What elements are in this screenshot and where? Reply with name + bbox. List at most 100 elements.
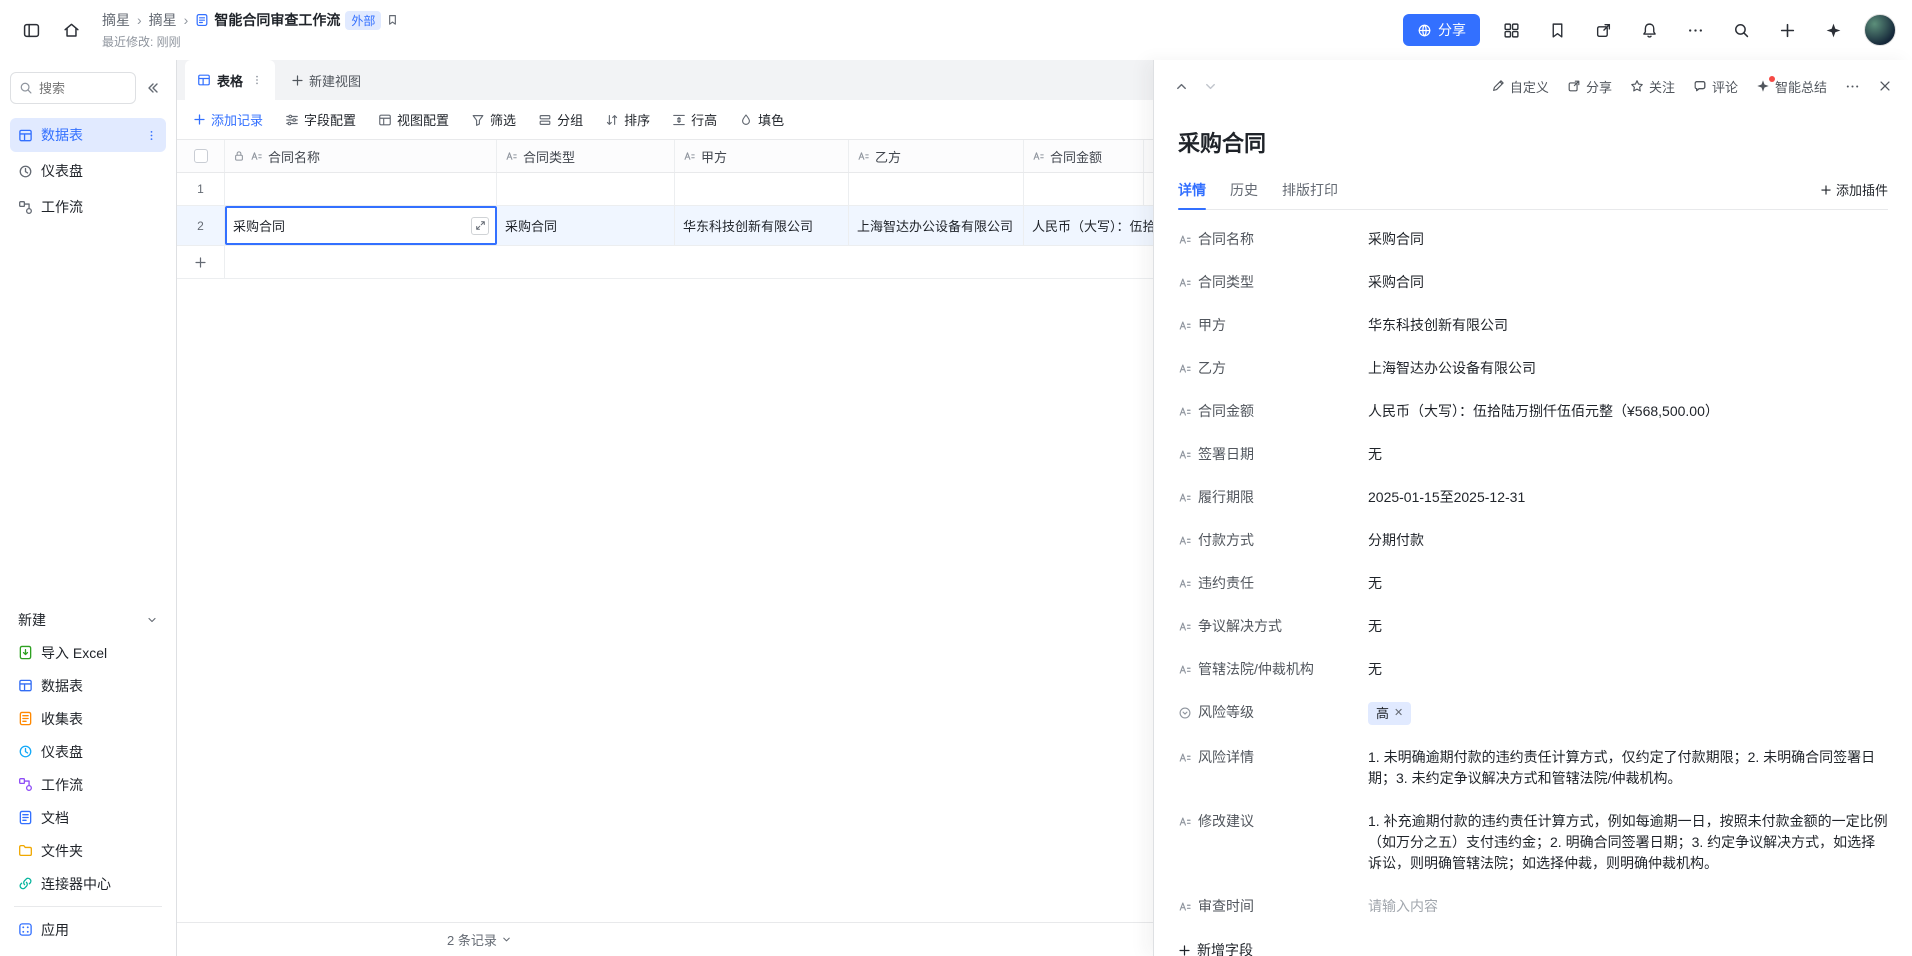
sidebar-item-folder[interactable]: 文件夹 bbox=[10, 834, 166, 867]
field-value[interactable]: 华东科技创新有限公司 bbox=[1368, 315, 1888, 336]
field-value[interactable]: 分期付款 bbox=[1368, 530, 1888, 551]
sidebar-item-datatable[interactable]: 数据表 bbox=[10, 118, 166, 152]
row-height-button[interactable]: 行高 bbox=[672, 110, 717, 129]
sidebar-item-import-excel[interactable]: 导入 Excel bbox=[10, 636, 166, 669]
record-title: 采购合同 bbox=[1154, 126, 1912, 158]
sidebar-toggle-icon[interactable] bbox=[16, 15, 46, 45]
follow-button[interactable]: 关注 bbox=[1630, 77, 1675, 96]
open-in-app-icon[interactable] bbox=[1588, 15, 1618, 45]
field-value[interactable]: 2025-01-15至2025-12-31 bbox=[1368, 487, 1888, 508]
table-cell[interactable] bbox=[497, 173, 675, 205]
fill-color-button[interactable]: 填色 bbox=[739, 110, 784, 129]
sidebar-item-workflow-new[interactable]: 工作流 bbox=[10, 768, 166, 801]
add-plugin-button[interactable]: 添加插件 bbox=[1820, 180, 1888, 199]
toolbar: 添加记录 字段配置 视图配置 筛选 bbox=[177, 100, 1153, 140]
collapse-sidebar-icon[interactable] bbox=[140, 75, 166, 101]
group-button[interactable]: 分组 bbox=[538, 110, 583, 129]
prev-record-icon[interactable] bbox=[1174, 79, 1189, 94]
table-grid-icon bbox=[18, 128, 33, 143]
column-header[interactable]: 甲方 bbox=[675, 140, 849, 172]
remove-tag-icon[interactable]: ✕ bbox=[1394, 703, 1403, 724]
ai-sparkle-icon[interactable] bbox=[1818, 15, 1848, 45]
field-value[interactable]: 无 bbox=[1368, 573, 1888, 594]
filter-button[interactable]: 筛选 bbox=[471, 110, 516, 129]
create-section-header[interactable]: 新建 bbox=[10, 604, 166, 636]
breadcrumb-item[interactable]: 摘星 bbox=[149, 10, 177, 30]
avatar[interactable] bbox=[1864, 14, 1896, 46]
field-value-empty[interactable]: 请输入内容 bbox=[1368, 896, 1888, 917]
share-record-button[interactable]: 分享 bbox=[1567, 77, 1612, 96]
more-icon[interactable] bbox=[1680, 15, 1710, 45]
more-icon[interactable] bbox=[1845, 79, 1860, 94]
table-cell[interactable] bbox=[1024, 173, 1144, 205]
add-field-button[interactable]: 新增字段 bbox=[1178, 928, 1888, 956]
bookmark-icon[interactable] bbox=[1542, 15, 1572, 45]
more-icon[interactable] bbox=[145, 129, 158, 142]
sidebar-item-datatable-new[interactable]: 数据表 bbox=[10, 669, 166, 702]
field-value[interactable]: 1. 补充逾期付款的违约责任计算方式，例如每逾期一日，按照未付款金额的一定比例（… bbox=[1368, 811, 1888, 874]
breadcrumb-item[interactable]: 摘星 bbox=[102, 10, 130, 30]
field-value[interactable]: 无 bbox=[1368, 616, 1888, 637]
ai-summary-button[interactable]: 智能总结 bbox=[1756, 77, 1827, 96]
field-value[interactable]: 无 bbox=[1368, 444, 1888, 465]
tab-grid-view[interactable]: 表格 bbox=[185, 60, 275, 100]
sidebar-item-workflow[interactable]: 工作流 bbox=[10, 190, 166, 224]
add-record-button[interactable]: 添加记录 bbox=[193, 110, 263, 129]
add-icon[interactable] bbox=[1772, 15, 1802, 45]
column-header[interactable]: 乙方 bbox=[849, 140, 1024, 172]
field-value[interactable]: 1. 未明确逾期付款的违约责任计算方式，仅约定了付款期限；2. 未明确合同签署日… bbox=[1368, 747, 1888, 789]
share-button[interactable]: 分享 bbox=[1403, 14, 1480, 46]
widgets-icon[interactable] bbox=[1496, 15, 1526, 45]
column-header[interactable]: 合同金额 bbox=[1024, 140, 1144, 172]
add-record-row[interactable] bbox=[177, 246, 1153, 279]
field-value[interactable]: 人民币（大写）：伍拾陆万捌仟伍佰元整（¥568,500.00） bbox=[1368, 401, 1888, 422]
field-value[interactable]: 采购合同 bbox=[1368, 229, 1888, 250]
comment-button[interactable]: 评论 bbox=[1693, 77, 1738, 96]
close-icon[interactable] bbox=[1878, 79, 1892, 93]
risk-level-tag[interactable]: 高 ✕ bbox=[1368, 702, 1411, 725]
column-header[interactable]: 合同名称 bbox=[225, 140, 497, 172]
notification-bell-icon[interactable] bbox=[1634, 15, 1664, 45]
table-cell[interactable]: 人民币（大写）：伍拾陆万捌仟伍佰元整（¥568,500.00） bbox=[1024, 206, 1153, 245]
field-value[interactable]: 采购合同 bbox=[1368, 272, 1888, 293]
field-config-button[interactable]: 字段配置 bbox=[285, 110, 356, 129]
sidebar-item-dashboard[interactable]: 仪表盘 bbox=[10, 154, 166, 188]
selected-cell[interactable]: 采购合同 bbox=[225, 206, 497, 245]
sidebar-item-document[interactable]: 文档 bbox=[10, 801, 166, 834]
home-icon[interactable] bbox=[56, 15, 86, 45]
search-box[interactable] bbox=[10, 72, 136, 104]
search-icon[interactable] bbox=[1726, 15, 1756, 45]
table-cell[interactable]: 采购合同 bbox=[497, 206, 675, 245]
field-value[interactable]: 无 bbox=[1368, 659, 1888, 680]
more-icon[interactable] bbox=[251, 74, 263, 86]
record-count[interactable]: 2 条记录 bbox=[447, 930, 512, 949]
expand-record-icon[interactable] bbox=[471, 217, 489, 235]
tab-history[interactable]: 历史 bbox=[1230, 170, 1258, 209]
select-all-cell[interactable] bbox=[177, 140, 225, 172]
sidebar-item-apps[interactable]: 应用 bbox=[10, 913, 166, 946]
table-cell[interactable]: 上海智达办公设备有限公司 bbox=[849, 206, 1024, 245]
row-number-cell[interactable]: 2 bbox=[177, 206, 225, 245]
add-record-icon[interactable] bbox=[177, 246, 225, 278]
table-cell[interactable] bbox=[675, 173, 849, 205]
customize-button[interactable]: 自定义 bbox=[1491, 77, 1549, 96]
search-input[interactable] bbox=[39, 81, 127, 96]
sidebar-item-dashboard-new[interactable]: 仪表盘 bbox=[10, 735, 166, 768]
table-cell[interactable]: 华东科技创新有限公司 bbox=[675, 206, 849, 245]
sort-button[interactable]: 排序 bbox=[605, 110, 650, 129]
tab-details[interactable]: 详情 bbox=[1178, 170, 1206, 209]
field-value[interactable]: 上海智达办公设备有限公司 bbox=[1368, 358, 1888, 379]
field-value[interactable]: 高 ✕ bbox=[1368, 702, 1888, 725]
column-header[interactable]: 合同类型 bbox=[497, 140, 675, 172]
sidebar-item-connector-center[interactable]: 连接器中心 bbox=[10, 867, 166, 900]
tab-print-layout[interactable]: 排版打印 bbox=[1282, 170, 1338, 209]
view-config-button[interactable]: 视图配置 bbox=[378, 110, 449, 129]
new-view-button[interactable]: 新建视图 bbox=[275, 60, 377, 100]
row-number-cell[interactable]: 1 bbox=[177, 173, 225, 205]
table-cell[interactable] bbox=[225, 173, 497, 205]
table-cell[interactable] bbox=[849, 173, 1024, 205]
select-all-checkbox[interactable] bbox=[194, 149, 208, 163]
next-record-icon[interactable] bbox=[1203, 79, 1218, 94]
pin-icon[interactable] bbox=[386, 14, 399, 27]
sidebar-item-form[interactable]: 收集表 bbox=[10, 702, 166, 735]
